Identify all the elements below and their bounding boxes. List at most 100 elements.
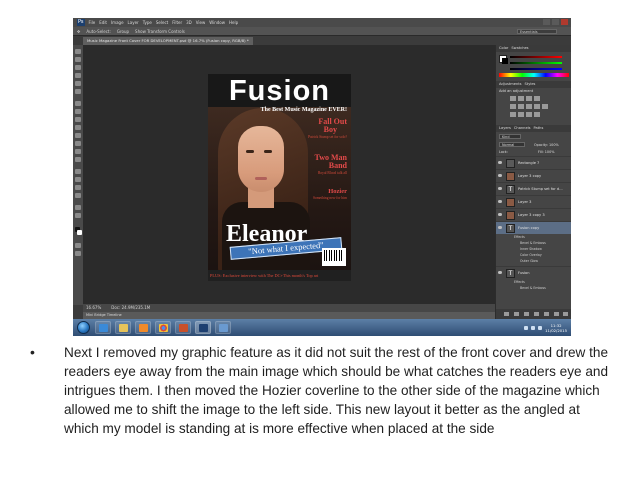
magazine-cover[interactable]: Fusion The Best Music Magazine EVER! Fal… <box>208 74 351 281</box>
zoom-tool[interactable] <box>75 213 81 218</box>
move-tool-icon[interactable]: ✥ <box>77 27 80 36</box>
crop-tool[interactable] <box>75 81 81 86</box>
tab-styles[interactable]: Styles <box>525 81 536 88</box>
minimize-button[interactable] <box>543 19 550 25</box>
brightness-adjustment-icon[interactable] <box>510 96 516 101</box>
layer-style-icon[interactable] <box>514 312 519 316</box>
move-tool[interactable] <box>75 49 81 54</box>
quick-mask-icon[interactable] <box>75 243 81 248</box>
visibility-eye-icon[interactable] <box>498 213 502 216</box>
group-select[interactable]: Group <box>117 27 129 36</box>
layer-row[interactable]: Layer 3 <box>496 195 571 208</box>
tab-channels[interactable]: Channels <box>514 125 531 132</box>
path-select-tool[interactable] <box>75 185 81 190</box>
fill-field[interactable]: Fill: 100% <box>538 149 554 155</box>
trash-icon[interactable] <box>563 312 568 316</box>
taskbar-powerpoint[interactable] <box>175 321 191 334</box>
color-background-swatch[interactable] <box>502 58 508 64</box>
adjustment-layer-icon[interactable] <box>534 312 539 316</box>
levels-adjustment-icon[interactable] <box>518 96 524 101</box>
taskbar-window[interactable] <box>215 321 231 334</box>
close-button[interactable] <box>561 19 568 25</box>
visibility-eye-icon[interactable] <box>498 226 502 229</box>
gradient-tool[interactable] <box>75 141 81 146</box>
tab-color[interactable]: Color <box>499 45 508 52</box>
brush-tool[interactable] <box>75 109 81 114</box>
photo-filter-adjustment-icon[interactable] <box>542 104 548 109</box>
hand-tool[interactable] <box>75 205 81 210</box>
background-color[interactable] <box>77 230 82 235</box>
blend-mode-select[interactable]: Normal <box>499 142 525 147</box>
tab-swatches[interactable]: Swatches <box>511 45 528 52</box>
eyedropper-tool[interactable] <box>75 89 81 94</box>
layer-row[interactable]: Layer 3 copy <box>496 169 571 182</box>
screen-mode-icon[interactable] <box>75 251 81 256</box>
curves-adjustment-icon[interactable] <box>526 96 532 101</box>
mini-bridge-bar[interactable]: Mini Bridge Timeline <box>83 312 495 319</box>
pen-tool[interactable] <box>75 169 81 174</box>
effect-bevel-emboss[interactable]: Bevel & Emboss <box>520 285 546 291</box>
network-icon[interactable] <box>531 325 536 330</box>
type-tool[interactable] <box>75 177 81 182</box>
blur-tool[interactable] <box>75 149 81 154</box>
layer-row[interactable]: Layer 3 copy 3 <box>496 208 571 221</box>
exposure-adjustment-icon[interactable] <box>534 96 540 101</box>
link-layers-icon[interactable] <box>504 312 509 316</box>
taskbar-chrome[interactable] <box>155 321 171 334</box>
menu-window[interactable]: Window <box>209 18 225 27</box>
invert-adjustment-icon[interactable] <box>510 112 516 117</box>
blue-slider[interactable] <box>510 68 562 70</box>
hue-saturation-adjustment-icon[interactable] <box>518 104 524 109</box>
threshold-adjustment-icon[interactable] <box>526 112 532 117</box>
layer-row[interactable]: T Fusion <box>496 266 571 279</box>
posterize-adjustment-icon[interactable] <box>518 112 524 117</box>
visibility-eye-icon[interactable] <box>498 187 502 190</box>
group-icon[interactable] <box>544 312 549 316</box>
vibrance-adjustment-icon[interactable] <box>510 104 516 109</box>
clock[interactable]: 11:32 11/02/2015 <box>545 323 567 333</box>
healing-brush-tool[interactable] <box>75 101 81 106</box>
auto-select-option[interactable]: Auto-Select: <box>86 27 111 36</box>
history-brush-tool[interactable] <box>75 125 81 130</box>
dodge-tool[interactable] <box>75 157 81 162</box>
menu-help[interactable]: Help <box>229 18 238 27</box>
visibility-eye-icon[interactable] <box>498 271 502 274</box>
document-tab[interactable]: Music Magazine Front Cover FOR DEVELOPME… <box>83 37 253 45</box>
mask-icon[interactable] <box>524 312 529 316</box>
tab-adjustments[interactable]: Adjustments <box>499 81 522 88</box>
tray-icon[interactable] <box>524 325 529 330</box>
green-slider[interactable] <box>510 62 562 64</box>
tab-paths[interactable]: Paths <box>534 125 544 132</box>
zoom-level[interactable]: 16.67% <box>86 304 101 312</box>
volume-icon[interactable] <box>538 325 543 330</box>
show-transform-controls[interactable]: Show Transform Controls <box>135 27 185 36</box>
eraser-tool[interactable] <box>75 133 81 138</box>
color-balance-adjustment-icon[interactable] <box>526 104 532 109</box>
visibility-eye-icon[interactable] <box>498 174 502 177</box>
menu-view[interactable]: View <box>196 18 206 27</box>
tab-layers[interactable]: Layers <box>499 125 511 132</box>
layer-row[interactable]: T Patrick Stump set for d... <box>496 182 571 195</box>
red-slider[interactable] <box>510 56 562 58</box>
gradient-map-adjustment-icon[interactable] <box>534 112 540 117</box>
color-ramp[interactable] <box>499 73 569 77</box>
layer-row-selected[interactable]: T Fusion copy <box>496 221 571 234</box>
taskbar-ie[interactable] <box>95 321 111 334</box>
visibility-eye-icon[interactable] <box>498 200 502 203</box>
marquee-tool[interactable] <box>75 57 81 62</box>
effect-outer-glow[interactable]: Outer Glow <box>520 258 538 264</box>
new-layer-icon[interactable] <box>554 312 559 316</box>
workspace-select[interactable]: Essentials <box>517 29 557 34</box>
taskbar-photoshop[interactable] <box>195 321 211 334</box>
menu-3d[interactable]: 3D <box>186 18 192 27</box>
black-white-adjustment-icon[interactable] <box>534 104 540 109</box>
maximize-button[interactable] <box>552 19 559 25</box>
taskbar-explorer[interactable] <box>115 321 131 334</box>
rectangle-tool[interactable] <box>75 193 81 198</box>
lasso-tool[interactable] <box>75 65 81 70</box>
opacity-field[interactable]: Opacity: 100% <box>534 142 559 148</box>
layer-row[interactable]: Rectangle 7 <box>496 156 571 169</box>
quick-select-tool[interactable] <box>75 73 81 78</box>
taskbar-media[interactable] <box>135 321 151 334</box>
layer-filter-kind[interactable]: Kind <box>499 134 521 139</box>
